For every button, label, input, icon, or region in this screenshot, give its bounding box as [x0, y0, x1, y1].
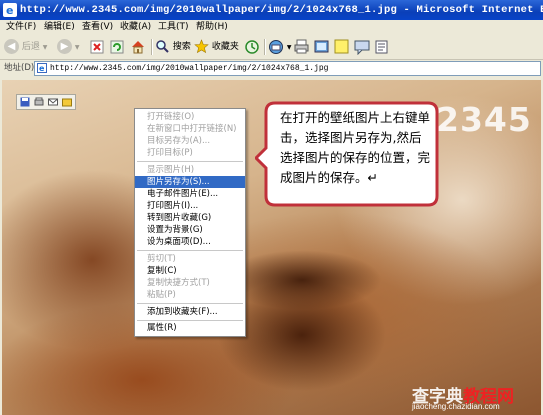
refresh-button[interactable] [110, 38, 124, 56]
save-icon[interactable] [20, 97, 30, 107]
search-button[interactable]: 搜索 [155, 38, 191, 56]
messenger-button[interactable] [354, 38, 370, 56]
star-icon [194, 39, 209, 54]
address-url: http://www.2345.com/img/2010wallpaper/im… [50, 64, 329, 73]
menu-set-as-background[interactable]: 设置为背景(G) [135, 224, 245, 236]
stop-button[interactable] [90, 38, 104, 56]
menu-edit[interactable]: 编辑(E) [44, 20, 75, 35]
menu-open-link-new-window[interactable]: 在新窗口中打开链接(N) [135, 123, 245, 135]
menu-save-target-as[interactable]: 目标另存为(A)... [135, 135, 245, 147]
instruction-callout: 在打开的壁纸图片上右键单击，选择图片另存为,然后选择图片的保存的位置，完成图片的… [255, 100, 440, 210]
mail-icon [269, 39, 283, 54]
stop-icon [90, 40, 104, 53]
note-icon [334, 39, 349, 54]
menu-bar: 文件(F) 编辑(E) 查看(V) 收藏(A) 工具(T) 帮助(H) [0, 20, 543, 36]
menu-separator [137, 320, 243, 321]
research-icon [375, 40, 388, 53]
menu-paste[interactable]: 粘贴(P) [135, 289, 245, 301]
menu-favorites[interactable]: 收藏(A) [120, 20, 151, 35]
edit-button[interactable] [314, 38, 329, 56]
print-button[interactable] [294, 38, 309, 56]
menu-copy[interactable]: 复制(C) [135, 265, 245, 277]
menu-separator [137, 161, 243, 162]
menu-open-link[interactable]: 打开链接(O) [135, 111, 245, 123]
callout-text: 在打开的壁纸图片上右键单击，选择图片另存为,然后选择图片的保存的位置，完成图片的… [280, 110, 431, 185]
print-image-icon[interactable] [34, 97, 44, 107]
home-icon [132, 40, 144, 53]
mail-button[interactable]: ▼ [268, 38, 292, 56]
menu-show-picture[interactable]: 显示图片(H) [135, 164, 245, 176]
dog-eye-shadow [222, 250, 382, 310]
menu-copy-shortcut[interactable]: 复制快捷方式(T) [135, 277, 245, 289]
address-bar: 地址(D) e http://www.2345.com/img/2010wall… [0, 60, 543, 76]
context-menu: 打开链接(O) 在新窗口中打开链接(N) 目标另存为(A)... 打印目标(P)… [134, 108, 246, 337]
menu-set-as-desktop-item[interactable]: 设为桌面项(D)... [135, 236, 245, 248]
menu-properties[interactable]: 属性(R) [135, 322, 245, 334]
refresh-icon [110, 40, 124, 53]
menu-tools[interactable]: 工具(T) [158, 20, 189, 35]
email-image-icon[interactable] [48, 97, 58, 107]
menu-separator [137, 303, 243, 304]
search-button-label: 搜索 [172, 42, 191, 52]
menu-print-picture[interactable]: 打印图片(I)... [135, 200, 245, 212]
menu-cut[interactable]: 剪切(T) [135, 253, 245, 265]
back-button-label: 后退 [21, 42, 40, 52]
toolbar: ◀ 后退 ▼ ▶ ▼ 搜索 收藏夹 ▼ [0, 35, 543, 60]
menu-save-picture-as[interactable]: 图片另存为(S)... [135, 176, 245, 188]
address-input[interactable]: e http://www.2345.com/img/2010wallpaper/… [34, 61, 541, 76]
menu-print-target[interactable]: 打印目标(P) [135, 147, 245, 159]
history-icon [245, 39, 259, 54]
favorites-button-label: 收藏夹 [211, 42, 239, 52]
print-icon [294, 39, 309, 54]
home-button[interactable] [130, 38, 146, 56]
menu-help[interactable]: 帮助(H) [196, 20, 228, 35]
site-watermark-url: jiaocheng.chazidian.com [412, 402, 500, 411]
history-button[interactable] [244, 38, 260, 56]
ie-icon: e [3, 3, 17, 17]
svg-text:e: e [6, 4, 13, 17]
image-watermark: 2345 [436, 100, 532, 139]
back-dropdown-icon: ▼ [42, 44, 48, 51]
favorites-button[interactable]: 收藏夹 [194, 38, 239, 56]
forward-arrow-icon: ▶ [57, 39, 72, 54]
messenger-icon [354, 40, 370, 55]
svg-text:e: e [39, 64, 45, 73]
menu-go-to-my-pictures[interactable]: 转到图片收藏(G) [135, 212, 245, 224]
menu-file[interactable]: 文件(F) [6, 20, 36, 35]
page-icon: e [37, 63, 47, 73]
address-label: 地址(D) [4, 63, 35, 73]
back-button[interactable]: ◀ 后退 ▼ [4, 38, 47, 56]
menu-email-picture[interactable]: 电子邮件图片(E)... [135, 188, 245, 200]
toolbar-separator [151, 39, 153, 55]
window-title: http://www.2345.com/img/2010wallpaper/im… [20, 4, 543, 16]
menu-add-to-favorites[interactable]: 添加到收藏夹(F)... [135, 306, 245, 318]
menu-view[interactable]: 查看(V) [82, 20, 113, 35]
edit-icon [314, 40, 329, 53]
toolbar-separator [264, 39, 266, 55]
mail-dropdown-icon: ▼ [286, 44, 292, 51]
menu-separator [137, 250, 243, 251]
forward-dropdown-icon: ▼ [74, 44, 80, 51]
research-button[interactable] [374, 38, 390, 56]
folder-icon[interactable] [62, 97, 72, 107]
discuss-button[interactable] [334, 38, 349, 56]
image-toolbar [16, 94, 76, 110]
forward-button[interactable]: ▶ ▼ [57, 38, 80, 56]
window-titlebar[interactable]: e http://www.2345.com/img/2010wallpaper/… [0, 0, 543, 20]
back-arrow-icon: ◀ [4, 39, 19, 54]
search-icon [156, 40, 169, 53]
